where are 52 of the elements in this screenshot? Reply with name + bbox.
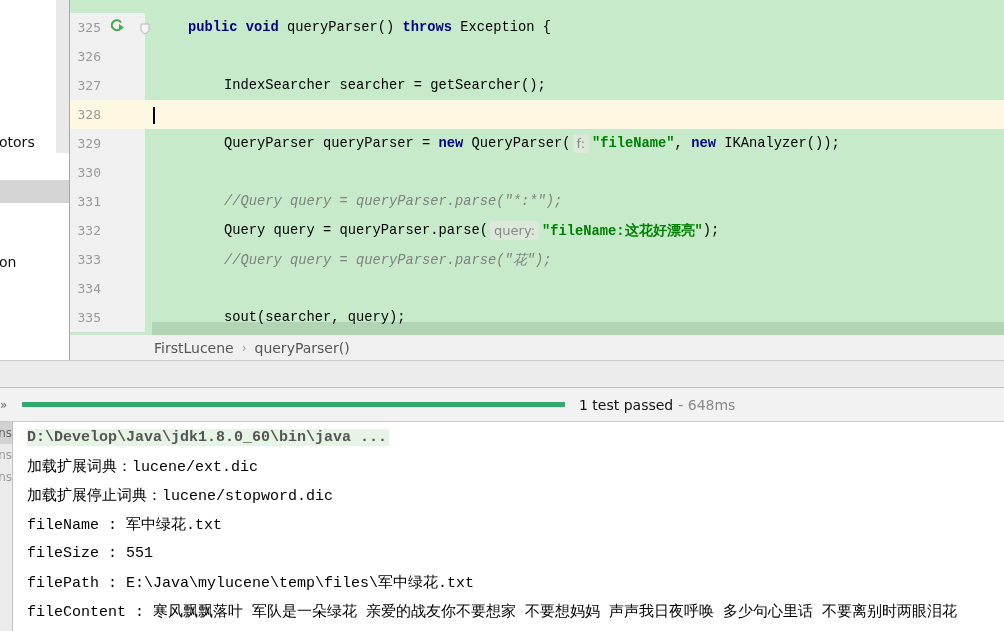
- keyword: public void: [188, 20, 279, 35]
- code-text: ,: [674, 136, 684, 151]
- console-line: fileContent : 寒风飘飘落叶 军队是一朵绿花 亲爱的战友你不要想家 不要想妈妈 声声我日夜呼唤 多少句心里话 不要离别时两眼泪花: [27, 602, 958, 621]
- keyword: throws: [402, 20, 453, 35]
- parameter-hint: query:: [490, 221, 539, 240]
- test-duration: - 648ms: [678, 396, 736, 413]
- run-icon[interactable]: [109, 17, 125, 33]
- scrollbar[interactable]: [152, 322, 1004, 335]
- console-line: fileSize : 551: [27, 545, 154, 562]
- line-number: 334: [76, 281, 101, 296]
- code-text: Query query = queryParser.parse(: [224, 223, 489, 238]
- scrollbar[interactable]: [56, 0, 69, 153]
- code-text: IKAnalyzer());: [723, 136, 840, 151]
- keyword: new: [691, 136, 716, 151]
- console-line: 加载扩展词典：lucene/ext.dic: [27, 457, 259, 476]
- string-literal: "fileName": [592, 136, 675, 151]
- keyword: new: [438, 136, 464, 151]
- code-text: Exception {: [459, 20, 552, 35]
- breadcrumb[interactable]: FirstLucene: [154, 339, 234, 356]
- test-status: 1 test passed: [579, 396, 674, 413]
- code-text: queryParser(): [286, 20, 396, 35]
- line-number: 329: [76, 136, 101, 151]
- tree-item[interactable]: otors: [0, 131, 55, 154]
- code-comment: //Query query = queryParser.parse("花");: [224, 251, 552, 269]
- parameter-hint: f:: [572, 134, 590, 153]
- tree-item[interactable]: on: [0, 251, 69, 274]
- line-number: 330: [76, 165, 101, 180]
- expand-icon[interactable]: »: [0, 397, 22, 412]
- tree-item[interactable]: [0, 180, 69, 203]
- code-comment: //Query query = queryParser.parse("*:*");: [224, 194, 563, 209]
- line-number: 328: [76, 107, 101, 122]
- console-line: 加载扩展停止词典：lucene/stopword.dic: [27, 486, 334, 505]
- fold-icon[interactable]: [140, 23, 150, 35]
- line-number: 335: [76, 310, 101, 325]
- code-text: QueryParser(: [470, 136, 571, 151]
- code-text: QueryParser queryParser =: [224, 136, 432, 151]
- line-number: 333: [76, 252, 101, 267]
- line-number: 327: [76, 78, 101, 93]
- separator-text: ›: [241, 340, 247, 355]
- code-text: sout(searcher, query);: [224, 310, 406, 325]
- code-text: IndexSearcher searcher = getSearcher();: [224, 78, 546, 93]
- line-number: 325: [76, 20, 101, 35]
- line-number: 326: [76, 49, 101, 64]
- text-caret: [153, 107, 155, 124]
- line-number: 331: [76, 194, 101, 209]
- string-literal: "fileName:这花好漂亮": [542, 222, 703, 240]
- line-number: 332: [76, 223, 101, 238]
- breadcrumb[interactable]: queryParser(): [254, 339, 350, 356]
- console-line: fileName : 军中绿花.txt: [27, 515, 223, 534]
- side-tab[interactable]: ns: [0, 422, 12, 444]
- console-line: filePath : E:\Java\mylucene\temp\files\军中绿花.txt: [27, 573, 475, 592]
- code-text: );: [702, 223, 720, 238]
